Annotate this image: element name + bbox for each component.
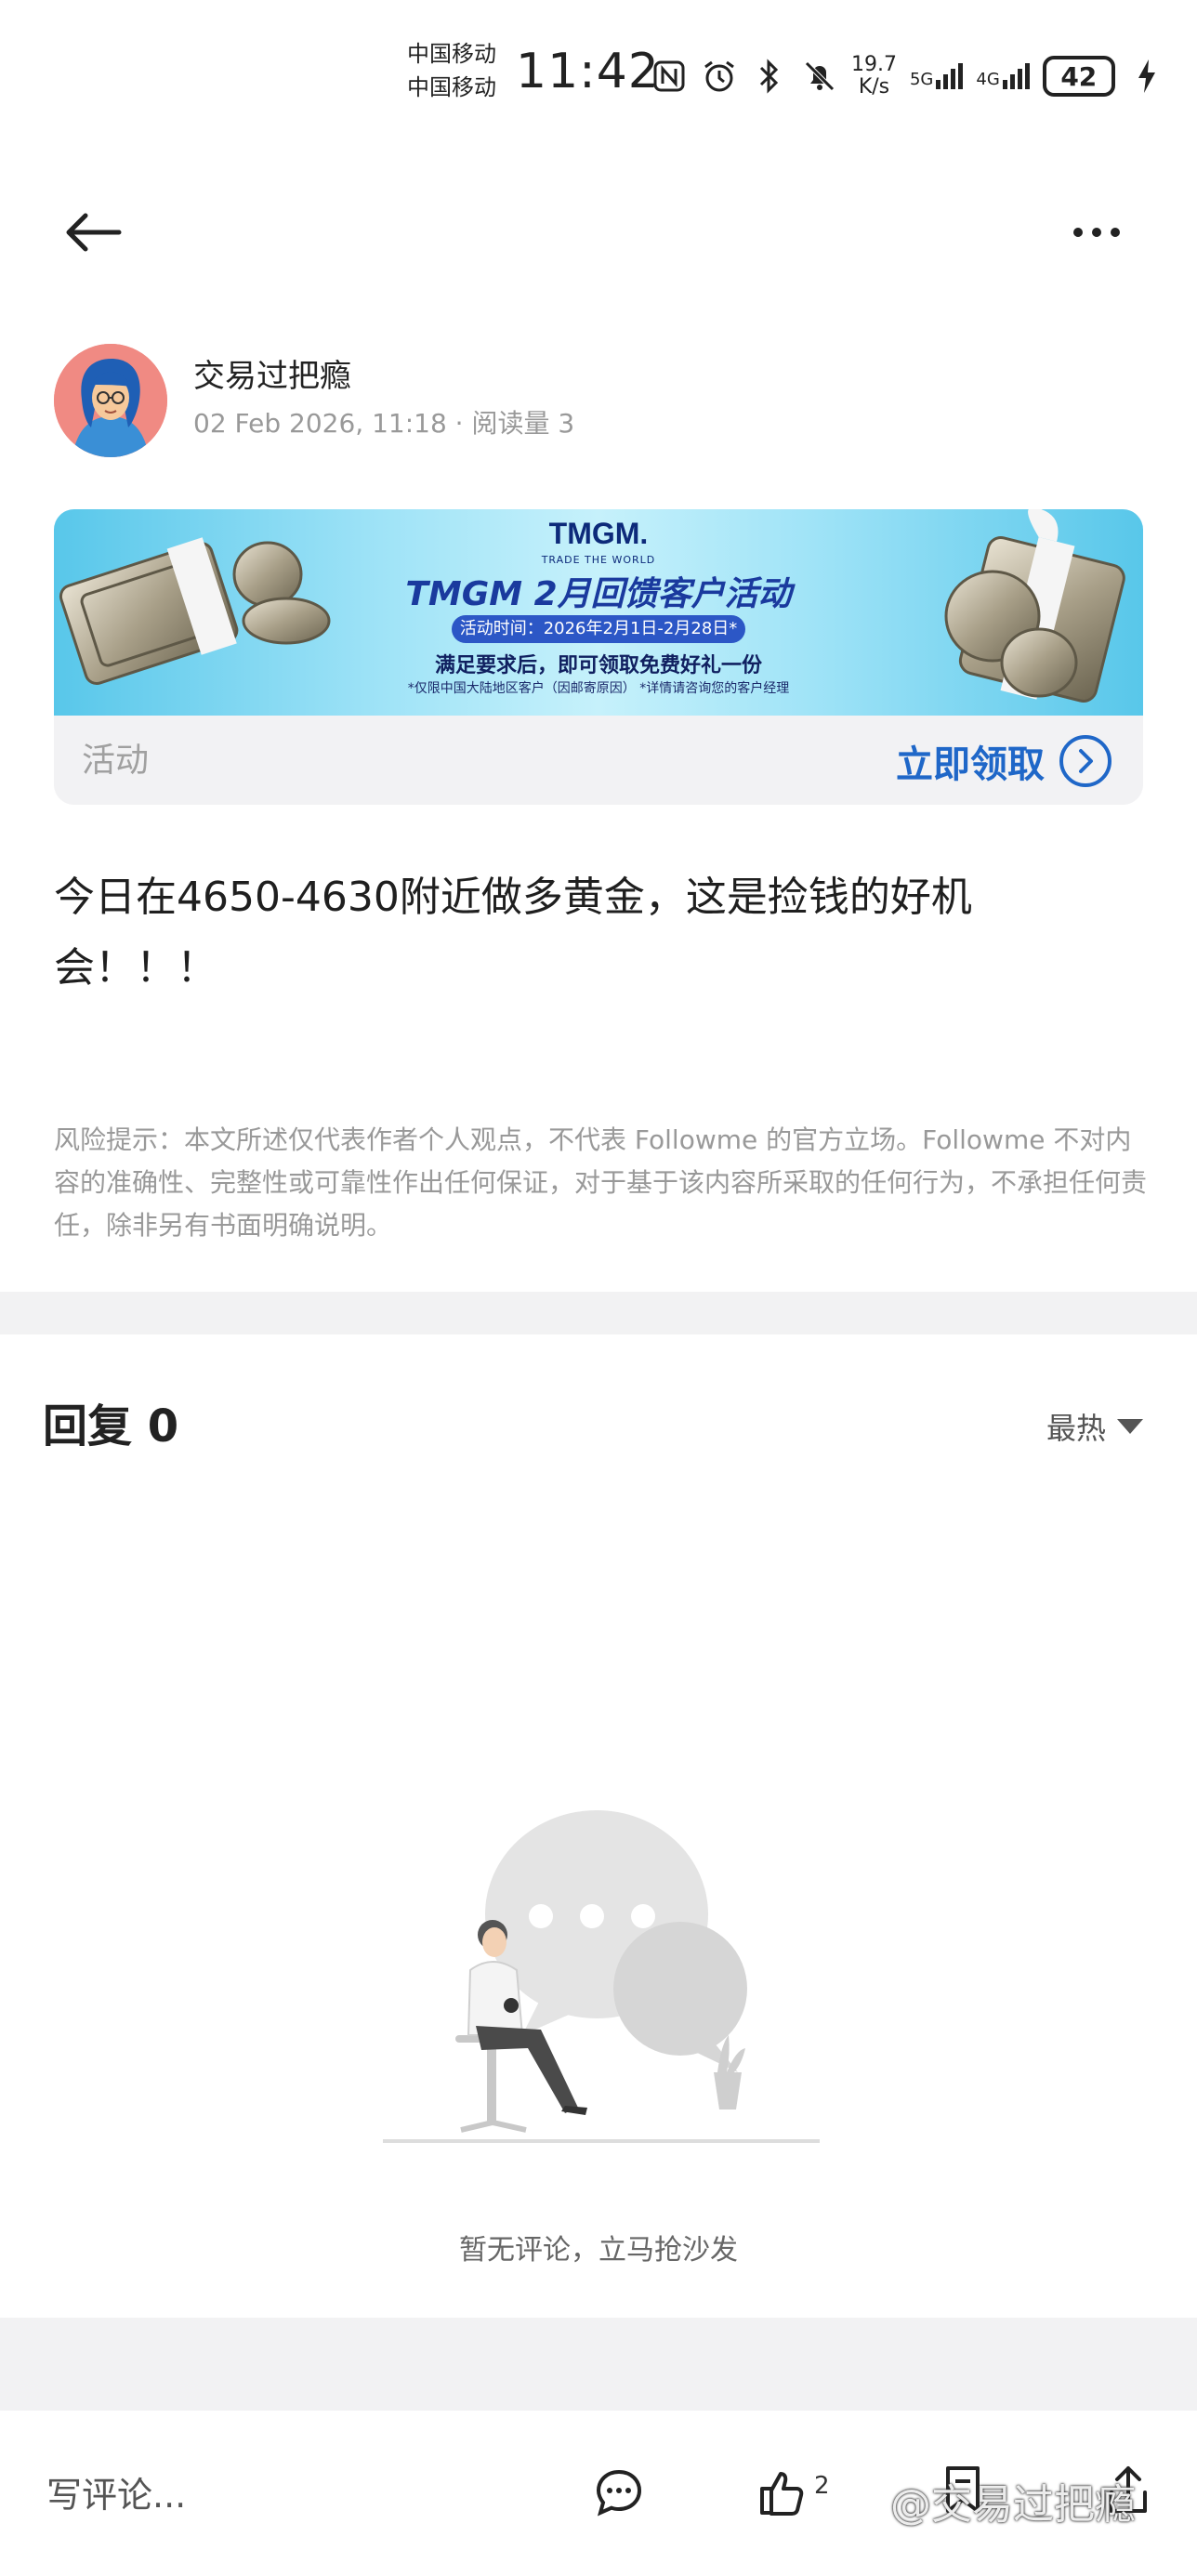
footer-gap <box>0 2318 1197 2411</box>
more-options-button[interactable] <box>1059 200 1134 265</box>
comment-bubble-icon <box>596 2469 642 2517</box>
replies-heading: 回复 0 <box>43 1400 179 1452</box>
carrier-1: 中国移动 <box>407 41 496 67</box>
banner-date: 活动时间：2026年2月1日-2月28日* <box>452 615 745 643</box>
sort-dropdown[interactable]: 最热 <box>1046 1403 1144 1450</box>
battery-level: 42 <box>1060 60 1098 92</box>
bluetooth-icon <box>751 58 788 95</box>
net-speed-unit: K/s <box>858 75 890 99</box>
battery-icon: 42 <box>1042 56 1115 97</box>
carrier-labels: 中国移动 中国移动 <box>407 37 496 104</box>
banner-brand: TMGM. <box>548 517 649 550</box>
claim-now-label: 立即领取 <box>896 743 1045 786</box>
post-meta: 02 Feb 2026, 11:18 · 阅读量 3 <box>193 405 574 442</box>
bottom-action-bar: 写评论... 2 @交易过把瘾 <box>0 2411 1197 2576</box>
author-name[interactable]: 交易过把瘾 <box>193 355 351 398</box>
thumbs-up-icon <box>760 2472 804 2516</box>
banner-footer: 活动 立即领取 <box>54 716 1143 805</box>
caret-down-icon <box>1117 1419 1144 1434</box>
arrow-left-icon <box>66 213 122 252</box>
status-icons: 19.7 K/s 5G 4G 42 <box>651 48 1165 104</box>
watermark: @交易过把瘾 <box>890 2481 1136 2529</box>
meta-separator: · <box>454 408 472 439</box>
comment-input[interactable]: 写评论... <box>46 2463 548 2528</box>
avatar[interactable] <box>54 344 167 457</box>
post-content: 今日在4650-4630附近做多黄金，这是捡钱的好机会！！！ <box>54 874 972 992</box>
chevron-right-circle-icon <box>1059 735 1112 787</box>
alarm-icon <box>701 58 738 95</box>
network-type-2: 4G <box>976 70 1000 89</box>
status-clock: 11:42 <box>516 44 660 99</box>
status-bar: 中国移动 中国移动 11:42 19.7 K/s 5G 4G 42 <box>0 0 1197 139</box>
section-divider <box>0 1292 1197 1334</box>
comment-button[interactable] <box>589 2463 649 2522</box>
signal-4g-icon: 4G <box>976 63 1030 89</box>
signal-5g-icon: 5G <box>909 63 964 89</box>
mute-bell-icon <box>801 58 838 95</box>
banner-title: TMGM 2月回馈客户活动 <box>405 575 792 613</box>
banner-tag: 活动 <box>82 742 150 780</box>
banner-slogan: TRADE THE WORLD <box>541 554 656 566</box>
read-count: 阅读量 3 <box>471 408 575 439</box>
more-dots-icon <box>1073 228 1120 237</box>
nfc-icon <box>651 58 688 95</box>
post-date: 02 Feb 2026, 11:18 <box>193 408 447 439</box>
net-speed: 19.7 K/s <box>851 54 897 99</box>
risk-disclaimer: 风险提示：本文所述仅代表作者个人观点，不代表 Followme 的官方立场。Fo… <box>54 1124 1148 1241</box>
sort-label: 最热 <box>1046 1411 1107 1446</box>
empty-comments-illustration <box>383 1794 820 2147</box>
banner-offer: 满足要求后，即可领取免费好礼一份 <box>434 654 762 677</box>
network-type-1: 5G <box>909 70 934 89</box>
like-count: 2 <box>814 2472 830 2500</box>
net-speed-value: 19.7 <box>851 53 897 76</box>
avatar-illustration <box>54 344 167 457</box>
banner-note: *仅限中国大陆地区客户（因邮寄原因） *详情请咨询您的客户经理 <box>407 681 790 696</box>
promo-banner[interactable]: TMGM. TRADE THE WORLD TMGM 2月回馈客户活动 活动时间… <box>54 509 1143 805</box>
charging-icon <box>1128 58 1165 95</box>
like-button[interactable]: 2 <box>756 2463 830 2522</box>
back-button[interactable] <box>56 195 130 269</box>
empty-comments-text: 暂无评论，立马抢沙发 <box>459 2234 738 2267</box>
claim-now-button[interactable]: 立即领取 <box>896 734 1112 788</box>
carrier-2: 中国移动 <box>407 74 496 100</box>
promo-banner-image[interactable]: TMGM. TRADE THE WORLD TMGM 2月回馈客户活动 活动时间… <box>54 509 1143 716</box>
